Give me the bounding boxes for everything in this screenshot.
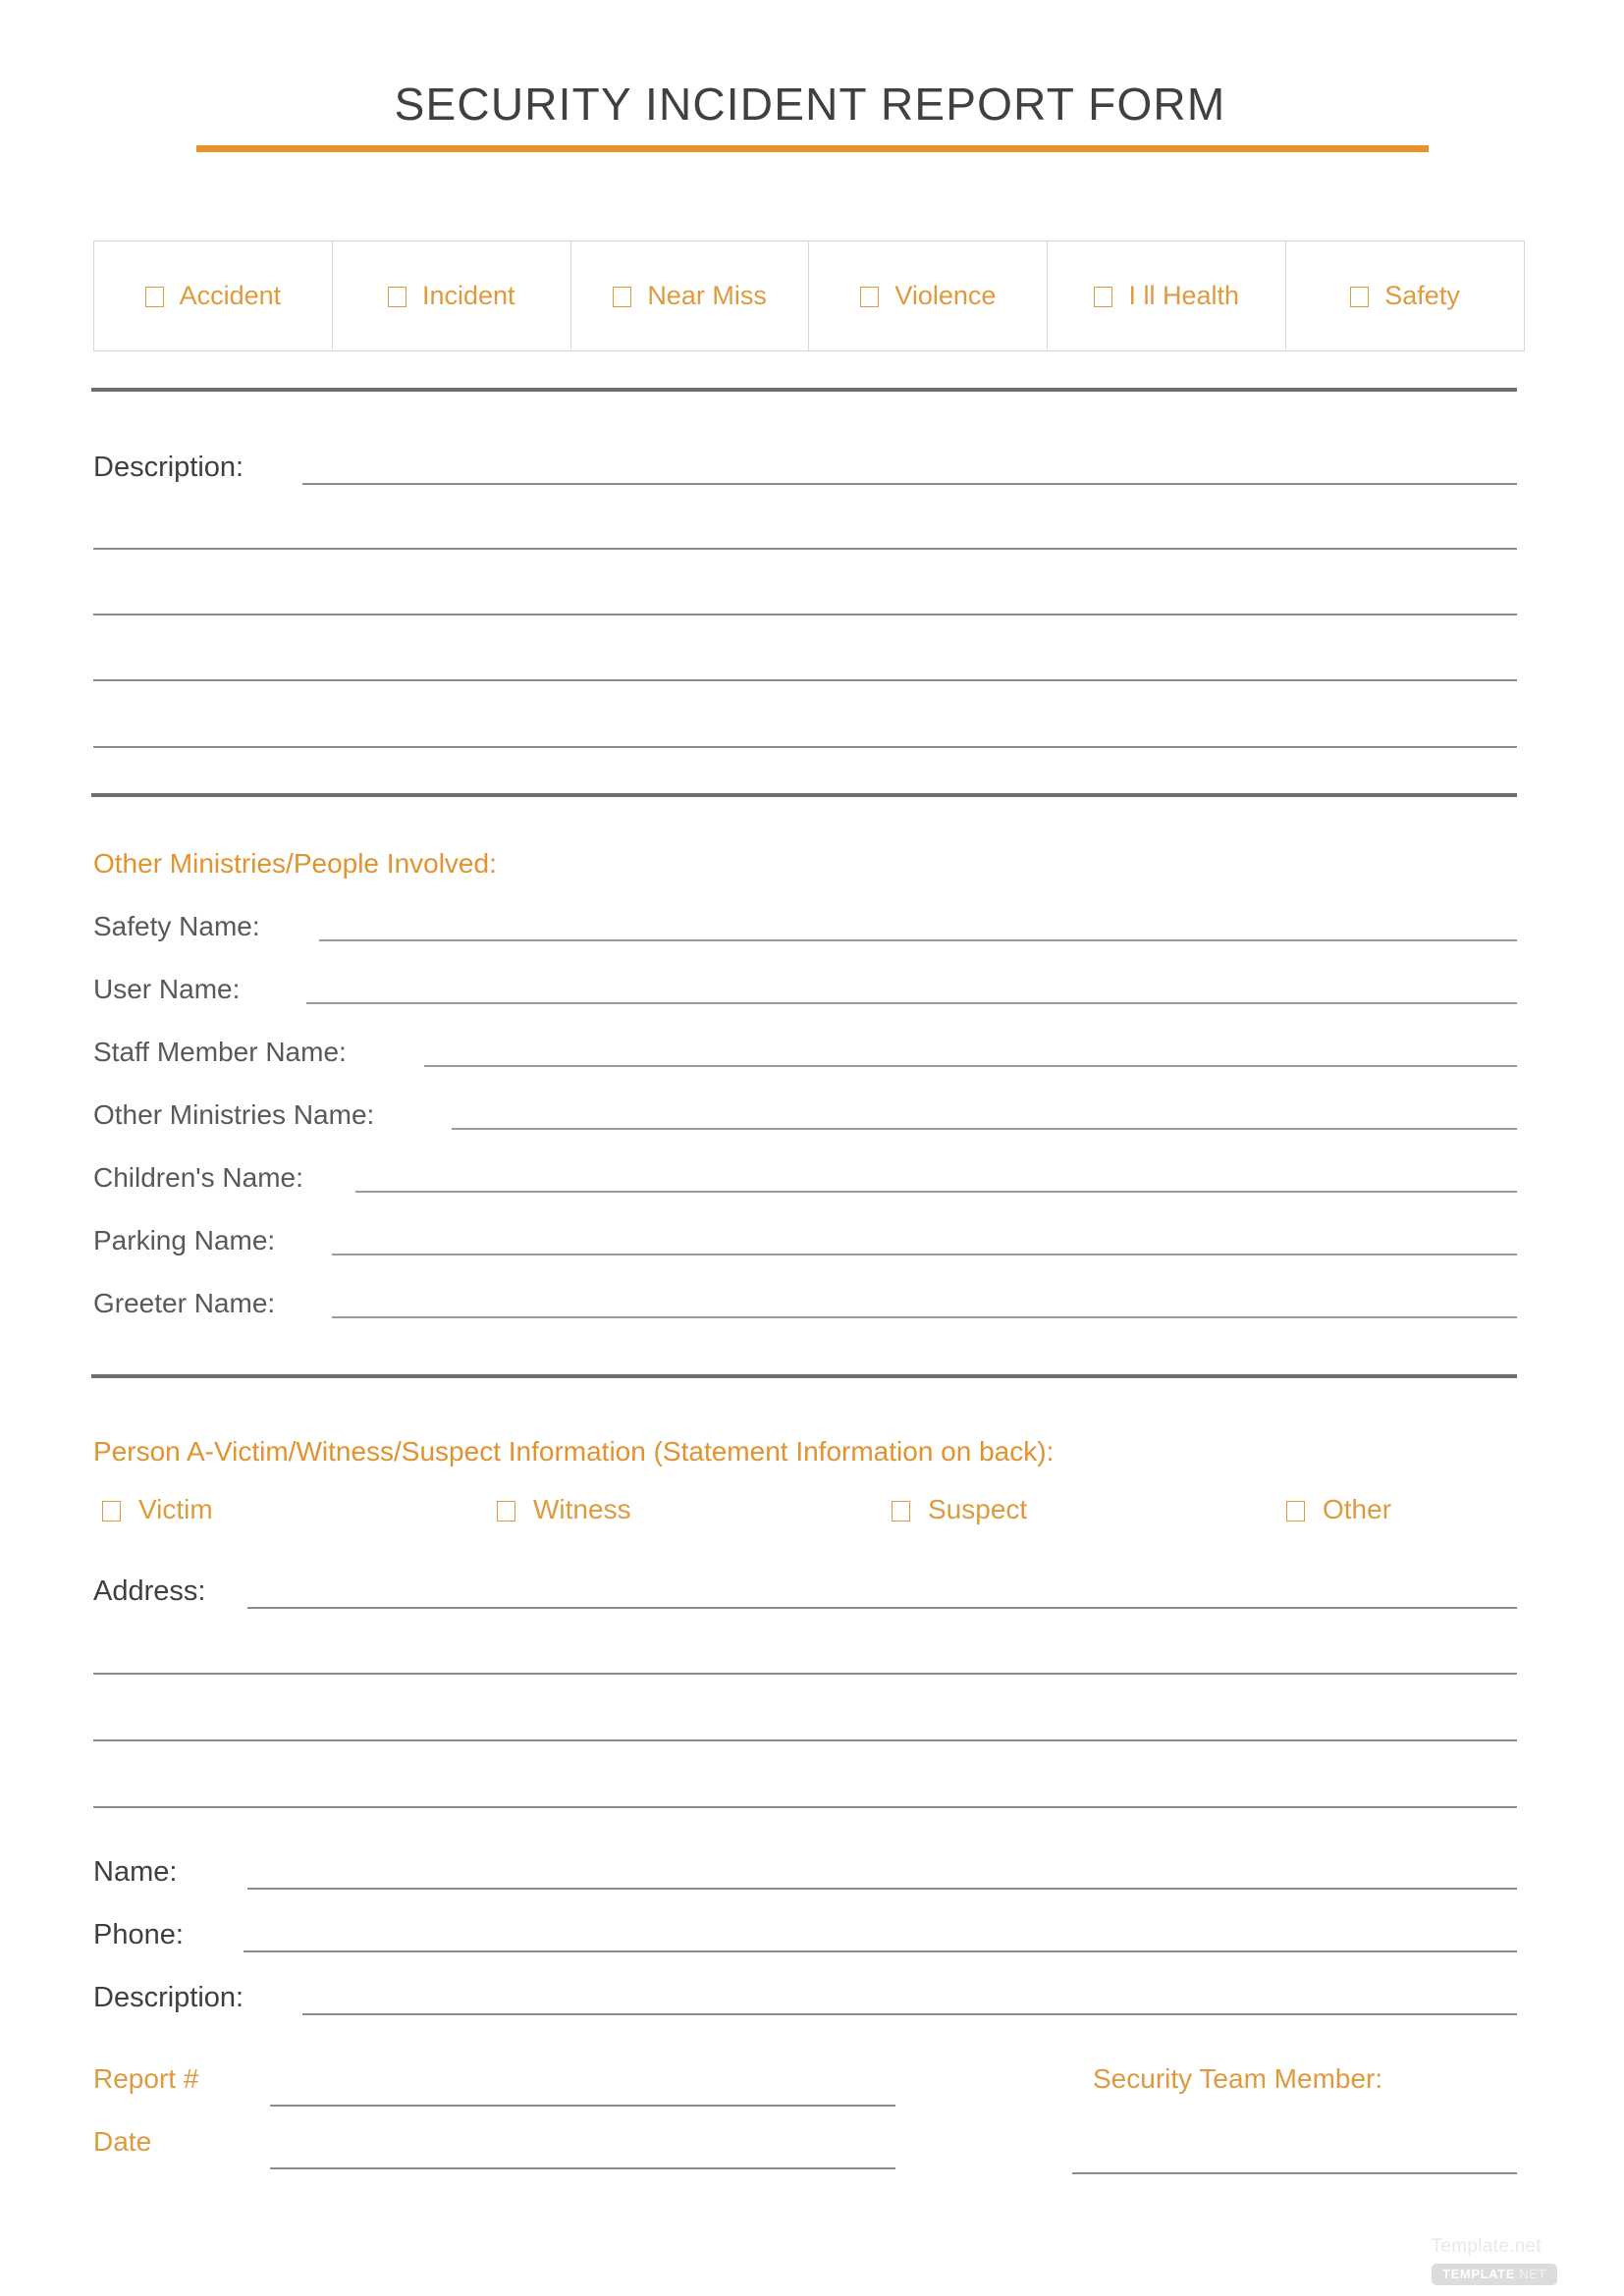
person-description-label: Description: [93,1982,244,2013]
page-title: SECURITY INCIDENT REPORT FORM [394,79,1226,130]
incident-type-label-safety: Safety [1384,281,1460,310]
ministries-section-heading: Other Ministries/People Involved: [93,848,497,879]
description-input-line-1[interactable] [302,483,1517,485]
person-role-label-other: Other [1323,1494,1392,1524]
page-title-wrapper: SECURITY INCIDENT REPORT FORM [93,79,1527,130]
person-role-label-suspect: Suspect [928,1494,1028,1524]
watermark-text: Template.net [1431,2236,1542,2257]
incident-type-label-incident: Incident [421,281,515,310]
section-divider-top [91,388,1517,392]
checkbox-icon-violence[interactable] [860,287,880,307]
incident-type-cell-near-miss[interactable]: Near Miss [571,241,810,350]
person-section-heading: Person A-Victim/Witness/Suspect Informat… [93,1436,1055,1467]
report-number-label: Report # [93,2063,199,2094]
security-team-member-input[interactable] [1072,2172,1517,2174]
childrens-name-input[interactable] [355,1191,1517,1193]
description-input-line-3[interactable] [93,614,1517,615]
incident-type-cell-accident[interactable]: Accident [94,241,333,350]
address-input-line-2[interactable] [93,1673,1517,1675]
person-role-checkbox-row: Victim Witness Suspect Other [93,1490,1468,1529]
security-team-member-label: Security Team Member: [1093,2063,1383,2094]
person-phone-input[interactable] [244,1950,1517,1952]
address-input-line-4[interactable] [93,1806,1517,1808]
greeter-name-input[interactable] [332,1316,1517,1318]
watermark-badge-light: .NET [1514,2267,1546,2281]
checkbox-icon-ill-health[interactable] [1094,287,1113,307]
checkbox-icon-accident[interactable] [144,287,164,307]
incident-type-cell-safety[interactable]: Safety [1286,241,1524,350]
description-label: Description: [93,452,244,483]
date-input[interactable] [270,2167,895,2169]
user-name-label: User Name: [93,974,241,1004]
checkbox-icon-other[interactable] [1286,1500,1305,1522]
checkbox-icon-safety[interactable] [1350,287,1370,307]
checkbox-icon-near-miss[interactable] [613,287,632,307]
incident-type-label-ill-health: I ll Health [1128,281,1239,310]
title-underline-rule [196,145,1429,152]
other-ministries-name-input[interactable] [452,1128,1517,1130]
watermark-badge-bold: TEMPLATE [1442,2267,1515,2281]
greeter-name-label: Greeter Name: [93,1288,276,1318]
address-input-line-3[interactable] [93,1739,1517,1741]
incident-type-cell-incident[interactable]: Incident [333,241,571,350]
person-role-label-victim: Victim [138,1494,213,1524]
childrens-name-label: Children's Name: [93,1162,303,1193]
checkbox-icon-suspect[interactable] [892,1500,910,1522]
person-role-witness[interactable]: Witness [497,1496,631,1523]
form-page: SECURITY INCIDENT REPORT FORM Accident I… [0,0,1624,2296]
other-ministries-name-label: Other Ministries Name: [93,1099,375,1130]
incident-type-cell-violence[interactable]: Violence [809,241,1049,350]
person-role-other[interactable]: Other [1286,1496,1391,1523]
user-name-input[interactable] [306,1002,1517,1004]
person-role-victim[interactable]: Victim [102,1496,213,1523]
person-name-input[interactable] [247,1888,1517,1890]
description-input-line-4[interactable] [93,679,1517,681]
checkbox-icon-witness[interactable] [497,1500,515,1522]
report-number-input[interactable] [270,2105,895,2107]
incident-type-cell-ill-health[interactable]: I ll Health [1048,241,1287,350]
person-phone-label: Phone: [93,1919,184,1950]
watermark-badge: TEMPLATE.NET [1432,2264,1557,2285]
parking-name-label: Parking Name: [93,1225,276,1255]
address-input-line-1[interactable] [247,1607,1517,1609]
parking-name-input[interactable] [332,1254,1517,1255]
person-role-label-witness: Witness [533,1494,631,1524]
safety-name-label: Safety Name: [93,911,260,941]
incident-type-table: Accident Incident Near Miss Violence I l… [93,240,1525,351]
person-role-suspect[interactable]: Suspect [892,1496,1027,1523]
address-label: Address: [93,1575,206,1607]
date-label: Date [93,2126,152,2157]
person-description-input[interactable] [302,2013,1517,2015]
staff-member-name-label: Staff Member Name: [93,1037,347,1067]
description-input-line-2[interactable] [93,548,1517,550]
incident-type-label-accident: Accident [179,281,282,310]
checkbox-icon-victim[interactable] [102,1500,121,1522]
checkbox-icon-incident[interactable] [387,287,406,307]
staff-member-name-input[interactable] [424,1065,1517,1067]
safety-name-input[interactable] [319,939,1517,941]
incident-type-label-near-miss: Near Miss [647,281,767,310]
section-divider-middle [91,793,1517,797]
incident-type-label-violence: Violence [894,281,997,310]
person-name-label: Name: [93,1856,178,1888]
description-input-line-5[interactable] [93,746,1517,748]
section-divider-bottom [91,1374,1517,1378]
